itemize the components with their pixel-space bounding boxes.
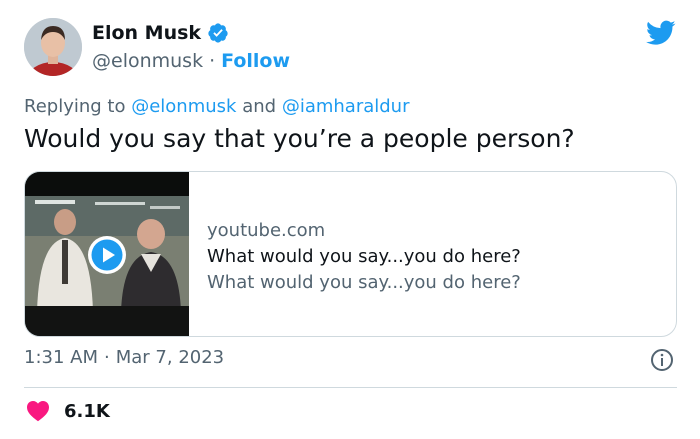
heart-icon[interactable] (26, 400, 50, 422)
like-count: 6.1K (64, 400, 110, 422)
tweet-text: Would you say that you’re a people perso… (24, 124, 575, 153)
verified-badge-icon (207, 22, 229, 44)
card-domain: youtube.com (207, 220, 326, 241)
replying-prefix: Replying to (24, 96, 126, 117)
avatar[interactable] (24, 18, 82, 76)
separator: · (104, 347, 110, 368)
tweet-date[interactable]: Mar 7, 2023 (116, 347, 224, 368)
handle[interactable]: @elonmusk (92, 50, 203, 72)
display-name[interactable]: Elon Musk (92, 22, 201, 44)
card-thumbnail[interactable] (25, 172, 189, 336)
separator: · (209, 50, 216, 72)
follow-button[interactable]: Follow (221, 50, 290, 72)
twitter-bird-icon[interactable] (646, 20, 676, 46)
mention-link[interactable]: @iamharaldur (282, 96, 410, 117)
info-icon[interactable] (650, 348, 674, 372)
replying-conjunction: and (242, 96, 277, 117)
play-icon[interactable] (87, 235, 127, 275)
card-title: What would you say...you do here? (207, 246, 521, 267)
link-card[interactable]: youtube.com What would you say...you do … (24, 171, 677, 337)
divider (24, 387, 677, 388)
mention-link[interactable]: @elonmusk (131, 96, 236, 117)
like-button[interactable]: 6.1K (26, 400, 110, 422)
card-description: What would you say...you do here? (207, 272, 521, 293)
replying-to: Replying to @elonmusk and @iamharaldur (24, 96, 409, 117)
tweet-time[interactable]: 1:31 AM (24, 347, 98, 368)
